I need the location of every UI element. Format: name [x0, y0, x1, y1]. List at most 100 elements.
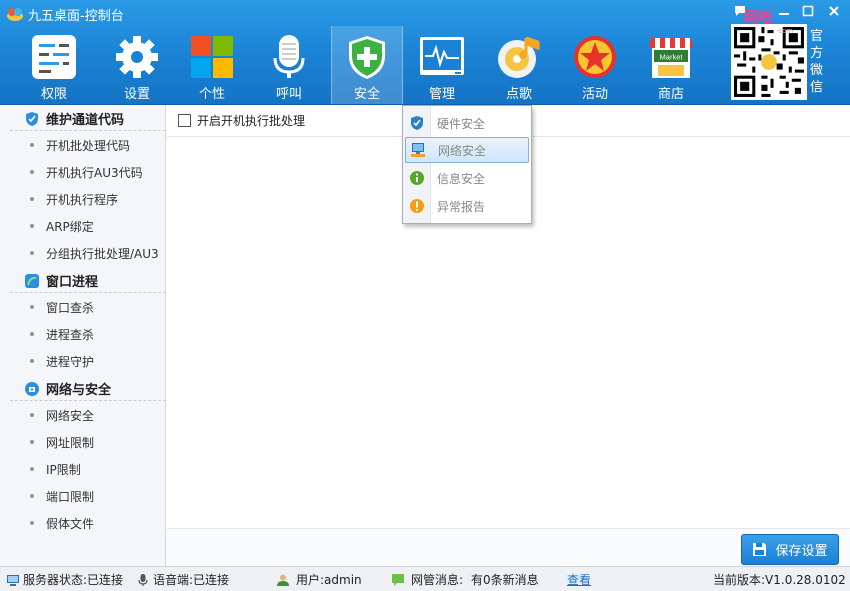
server-status-text: 服务器状态:已连接 [23, 573, 124, 587]
sidebar-item-boot-au3-code[interactable]: 开机执行AU3代码 [30, 161, 143, 183]
boot-batch-label: 开启开机执行批处理 [197, 114, 306, 128]
close-icon[interactable] [824, 2, 844, 20]
toolbar-personal[interactable]: 个性 [176, 26, 248, 104]
skin-icon[interactable] [730, 2, 750, 20]
sidebar-group-title: 维护通道代码 [46, 113, 125, 128]
save-button-label: 保存设置 [775, 544, 828, 559]
cd-music-icon [498, 36, 540, 78]
sidebar-item-label: 分组执行批处理/AU3 [46, 246, 159, 261]
bullet-icon [30, 494, 34, 498]
window-icon [25, 273, 39, 288]
menu-item-label: 信息安全 [437, 171, 486, 186]
sidebar-item-label: 假体文件 [46, 516, 95, 531]
sidebar-item-label: 网络安全 [46, 408, 95, 423]
sidebar-item-arp-binding[interactable]: ARP绑定 [30, 215, 94, 237]
save-button[interactable]: 保存设置 [741, 534, 839, 565]
toolbar-permissions[interactable]: 权限 [18, 26, 90, 104]
menu-item-hardware-security[interactable]: 硬件安全 [405, 110, 529, 136]
info-icon [410, 171, 424, 185]
sidebar-item-url-limit[interactable]: 网址限制 [30, 431, 94, 453]
sidebar-item-label: 开机执行AU3代码 [46, 165, 143, 180]
toolbar-manage[interactable]: 管理 [406, 26, 478, 104]
toolbar-security[interactable]: 安全 [331, 26, 403, 104]
shield-icon [349, 36, 385, 79]
sidebar-group-window-process[interactable]: 窗口进程 [10, 269, 166, 293]
bullet-icon [30, 440, 34, 444]
toolbar-label: 设置 [123, 87, 150, 102]
bullet-icon [30, 359, 34, 363]
toolbar-label: 安全 [353, 87, 380, 102]
bullet-icon [30, 251, 34, 255]
toolbar-call[interactable]: 呼叫 [253, 26, 325, 104]
net-badge-sub: ·com [776, 27, 794, 35]
user-status: 用户:admin [276, 567, 362, 591]
sidebar-item-decoy-files[interactable]: 假体文件 [30, 512, 94, 534]
toolbar-label: 权限 [40, 87, 67, 102]
hardware-shield-icon [411, 116, 423, 130]
sidebar: 维护通道代码 开机批处理代码 开机执行AU3代码 开机执行程序 ARP绑定 分组… [0, 105, 166, 566]
security-dropdown-menu: 硬件安全 网络安全 信息安全 异常报告 [402, 105, 532, 224]
sidebar-group-title: 网络与安全 [46, 383, 112, 398]
toolbar-label: 活动 [581, 87, 608, 102]
toolbar-shop[interactable]: Market 商店 [635, 26, 707, 104]
bullet-icon [30, 305, 34, 309]
menu-item-exception-report[interactable]: 异常报告 [405, 193, 529, 219]
market-sign: Market [660, 53, 684, 62]
menu-item-network-security[interactable]: 网络安全 [405, 137, 529, 163]
network-icon [25, 381, 39, 396]
sidebar-item-label: 进程守护 [46, 354, 95, 369]
message-status: 网管消息: 有0条新消息 [391, 567, 539, 591]
bullet-icon [30, 521, 34, 525]
bullet-icon [30, 413, 34, 417]
message-value: 有0条新消息 [471, 573, 539, 587]
bullet-icon [30, 467, 34, 471]
voice-status-text: 语音端:已连接 [153, 573, 230, 587]
floppy-icon [753, 543, 767, 556]
sidebar-group-network-security[interactable]: 网络与安全 [10, 377, 166, 401]
tiles-icon [191, 36, 233, 78]
sidebar-item-ip-limit[interactable]: IP限制 [30, 458, 81, 480]
bullet-icon [30, 143, 34, 147]
sidebar-item-label: ARP绑定 [46, 219, 94, 234]
user-icon [277, 574, 289, 586]
maximize-icon[interactable] [798, 2, 818, 20]
toolbar-label: 呼叫 [275, 87, 302, 102]
warning-icon [410, 199, 424, 213]
toolbar-activity[interactable]: 活动 [559, 26, 631, 104]
sidebar-item-process-guard[interactable]: 进程守护 [30, 350, 94, 372]
bullet-icon [30, 197, 34, 201]
microphone-small-icon [138, 573, 148, 586]
view-messages-link[interactable]: 查看 [567, 571, 591, 588]
market-icon: Market [649, 38, 693, 78]
toolbar-music[interactable]: 点歌 [483, 26, 555, 104]
voice-status: 语音端:已连接 [136, 567, 229, 591]
app-logo-icon [7, 8, 23, 21]
toolbar-settings[interactable]: 设置 [101, 26, 173, 104]
sidebar-item-label: 窗口查杀 [46, 300, 95, 315]
minimize-icon[interactable] [774, 2, 794, 20]
wechat-qr-code [731, 24, 807, 100]
app-title: 九五桌面-控制台 [28, 8, 124, 24]
wechat-label: 官方微信 [810, 29, 824, 95]
chat-bubble-icon [392, 573, 404, 586]
sidebar-item-boot-batch-code[interactable]: 开机批处理代码 [30, 134, 130, 156]
app-title-bar: 九五桌面-控制台 [6, 4, 124, 24]
sliders-icon [32, 35, 76, 79]
boot-batch-checkbox[interactable] [178, 114, 191, 127]
sidebar-item-process-kill[interactable]: 进程查杀 [30, 323, 94, 345]
toolbar-label: 点歌 [505, 87, 532, 102]
monitor-icon [420, 37, 464, 75]
sidebar-item-port-limit[interactable]: 端口限制 [30, 485, 94, 507]
shield-check-icon [26, 111, 38, 126]
sidebar-item-group-batch[interactable]: 分组执行批处理/AU3 [30, 242, 159, 264]
sidebar-item-boot-program[interactable]: 开机执行程序 [30, 188, 118, 210]
sidebar-group-maintenance[interactable]: 维护通道代码 [10, 107, 166, 131]
sidebar-item-label: 网址限制 [46, 435, 95, 450]
star-badge-icon [574, 36, 616, 78]
sidebar-item-network-security[interactable]: 网络安全 [30, 404, 94, 426]
gear-icon [116, 36, 158, 78]
sidebar-item-label: 开机批处理代码 [46, 138, 131, 153]
microphone-icon [273, 35, 305, 78]
menu-item-info-security[interactable]: 信息安全 [405, 165, 529, 191]
sidebar-item-window-kill[interactable]: 窗口查杀 [30, 296, 94, 318]
